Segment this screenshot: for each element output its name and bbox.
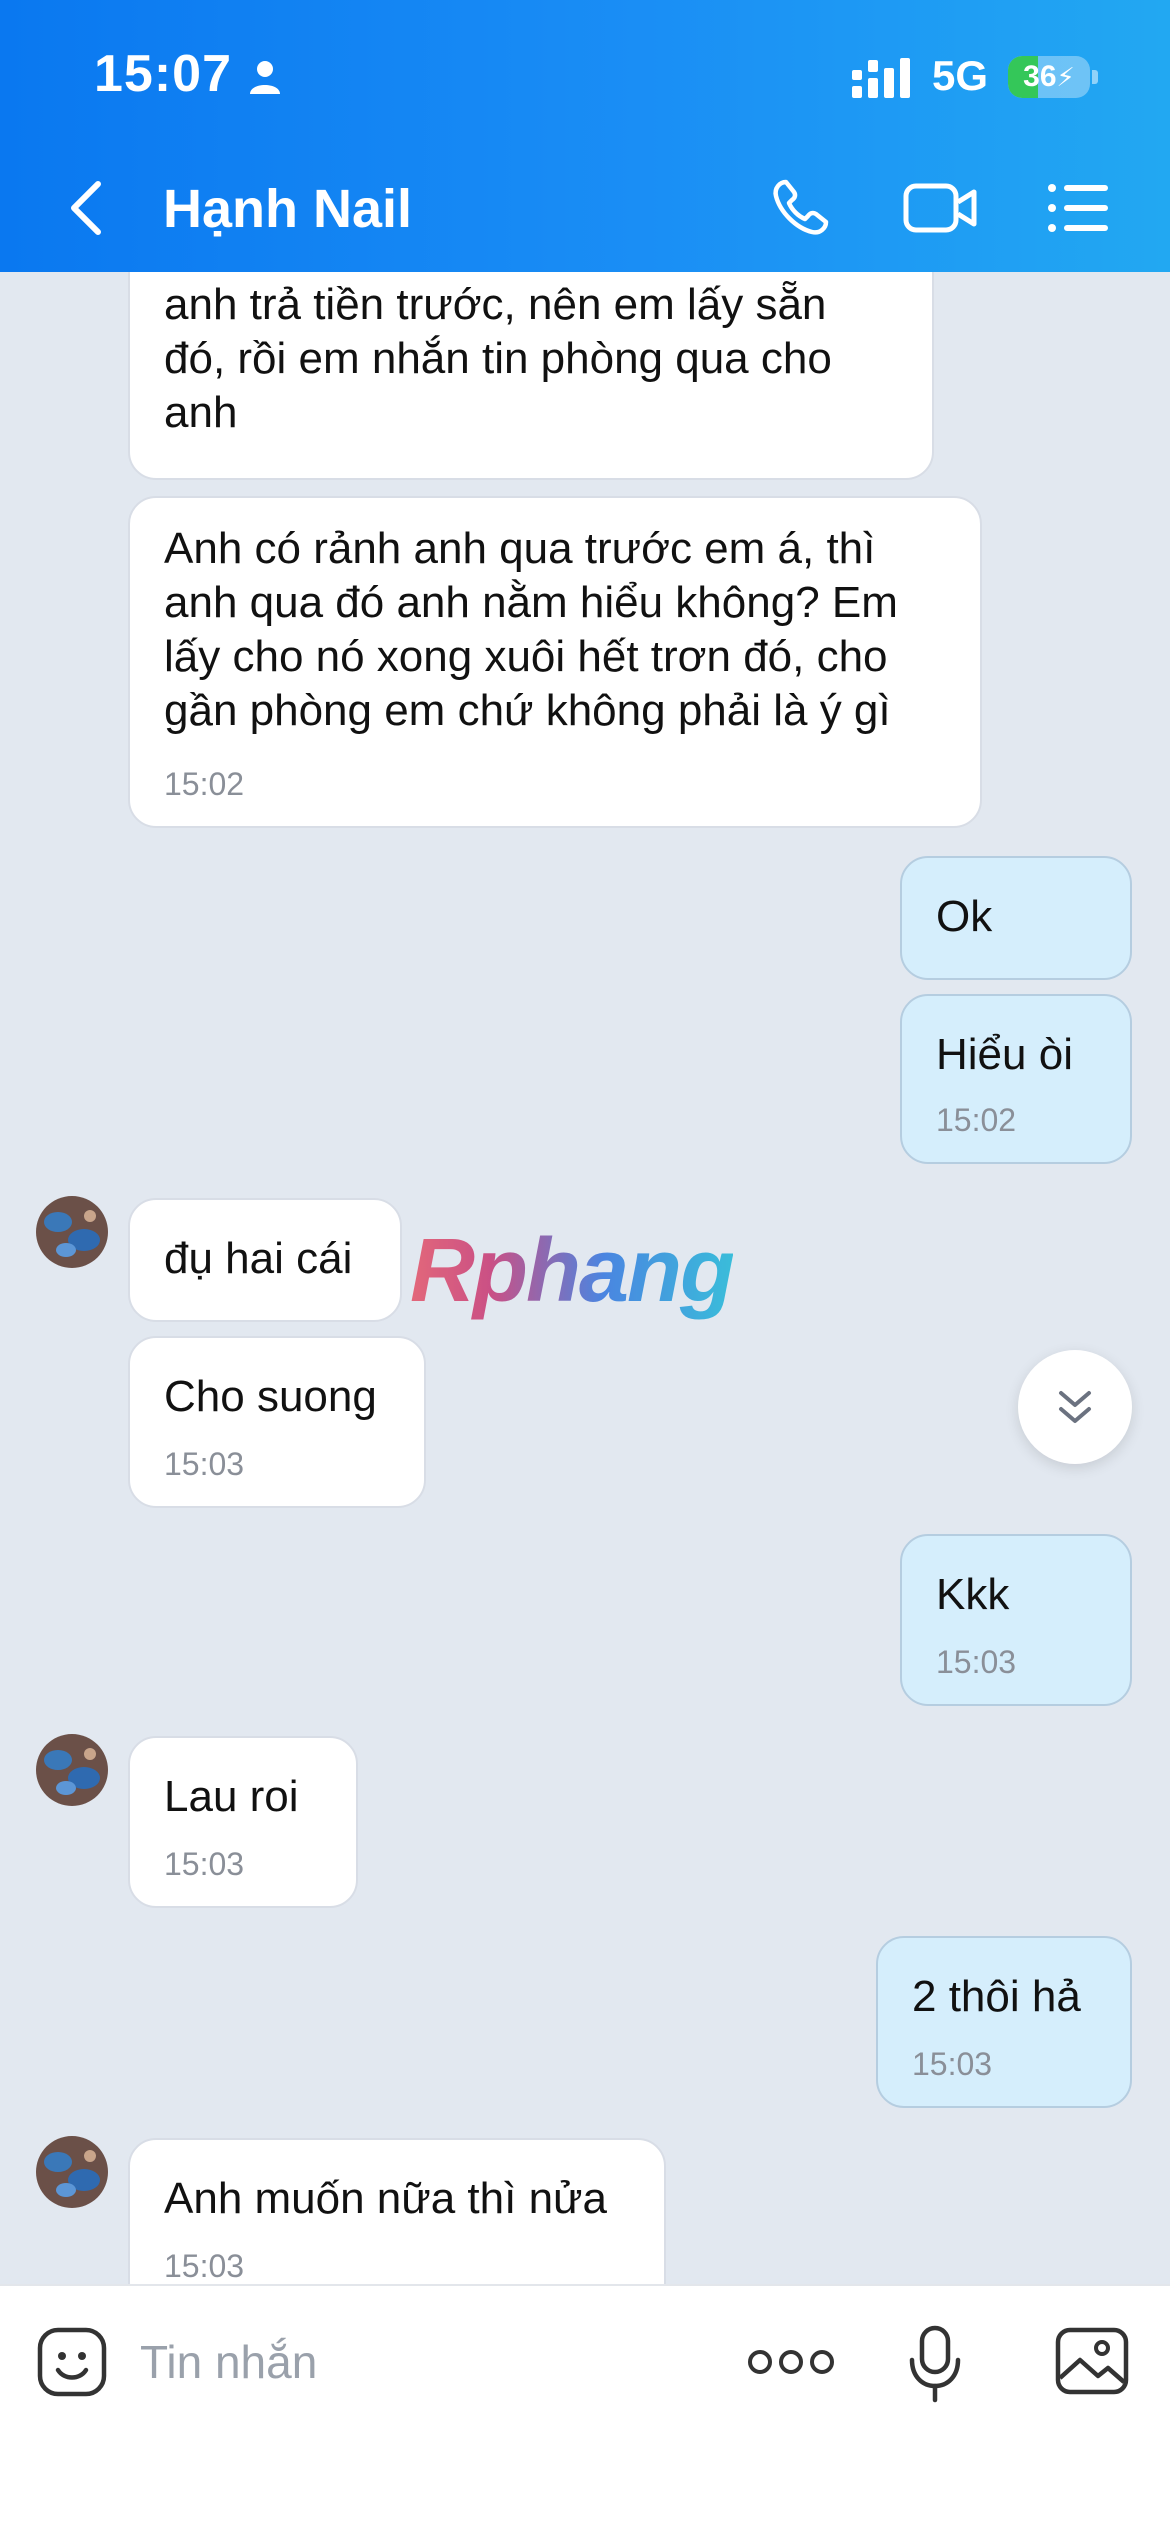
- message-time: 15:03: [912, 2046, 993, 2082]
- message-text: Anh có rảnh anh qua trước em á, thì anh …: [164, 524, 898, 735]
- message-time: 15:02: [164, 766, 245, 802]
- status-time: 15:07: [94, 45, 232, 103]
- person-icon: [250, 61, 280, 94]
- message-text: Lau roi: [164, 1772, 299, 1821]
- message-incoming[interactable]: đụ hai cái: [128, 1198, 402, 1322]
- message-outgoing[interactable]: Kkk 15:03: [900, 1534, 1132, 1706]
- message-text: Hiểu òi: [936, 1030, 1073, 1079]
- message-time: 15:03: [164, 1446, 245, 1482]
- watermark-logo: Rphang: [410, 1221, 735, 1321]
- back-icon[interactable]: [60, 176, 116, 240]
- message-text: Cho suong: [164, 1372, 377, 1421]
- message-composer: [0, 2284, 1170, 2532]
- message-time: 15:03: [164, 1846, 245, 1882]
- more-options-icon[interactable]: [748, 2344, 834, 2380]
- message-incoming[interactable]: Lau roi 15:03: [128, 1736, 358, 1908]
- message-incoming[interactable]: Cho suong 15:03: [128, 1336, 426, 1508]
- sticker-emoji-icon[interactable]: [36, 2326, 108, 2398]
- message-incoming[interactable]: anh trả tiền trước, nên em lấy sẵn đó, r…: [128, 272, 934, 480]
- avatar[interactable]: [36, 1196, 108, 1268]
- message-outgoing[interactable]: Ok: [900, 856, 1132, 980]
- battery-tip: [1092, 70, 1098, 84]
- microphone-icon[interactable]: [904, 2324, 966, 2404]
- message-outgoing[interactable]: 2 thôi hả 15:03: [876, 1936, 1132, 2108]
- avatar[interactable]: [36, 1734, 108, 1806]
- message-text: 2 thôi hả: [912, 1972, 1081, 2021]
- message-text: Kkk: [936, 1570, 1010, 1619]
- message-list[interactable]: anh trả tiền trước, nên em lấy sẵn đó, r…: [0, 272, 1170, 2284]
- message-time: 15:03: [164, 2248, 245, 2284]
- chat-title[interactable]: Hạnh Nail: [163, 178, 412, 240]
- message-outgoing[interactable]: Hiểu òi 15:02: [900, 994, 1132, 1164]
- message-incoming[interactable]: Anh muốn nữa thì nửa 15:03: [128, 2138, 666, 2284]
- signal-icon: [852, 58, 910, 98]
- avatar[interactable]: [36, 2136, 108, 2208]
- video-call-icon[interactable]: [902, 178, 978, 238]
- message-text: Anh muốn nữa thì nửa: [164, 2174, 607, 2223]
- message-incoming[interactable]: Anh có rảnh anh qua trước em á, thì anh …: [128, 496, 982, 828]
- message-time: 15:03: [936, 1644, 1017, 1680]
- battery-indicator: 36 ⚡: [1008, 56, 1090, 98]
- message-text: Ok: [936, 892, 993, 941]
- message-input[interactable]: [140, 2326, 700, 2398]
- message-text: đụ hai cái: [164, 1234, 353, 1283]
- list-menu-icon[interactable]: [1046, 180, 1110, 236]
- chat-header: 15:07 5G 36 ⚡ Hạnh Nail: [0, 0, 1170, 272]
- battery-percent: 36 ⚡: [1023, 60, 1075, 93]
- network-label: 5G: [932, 52, 989, 99]
- double-chevron-down-icon: [1059, 1391, 1091, 1423]
- phone-icon[interactable]: [768, 176, 832, 240]
- image-gallery-icon[interactable]: [1054, 2326, 1130, 2396]
- message-text: anh trả tiền trước, nên em lấy sẵn đó, r…: [164, 280, 832, 437]
- scroll-to-bottom-button[interactable]: [1018, 1350, 1132, 1464]
- message-time: 15:02: [936, 1102, 1017, 1138]
